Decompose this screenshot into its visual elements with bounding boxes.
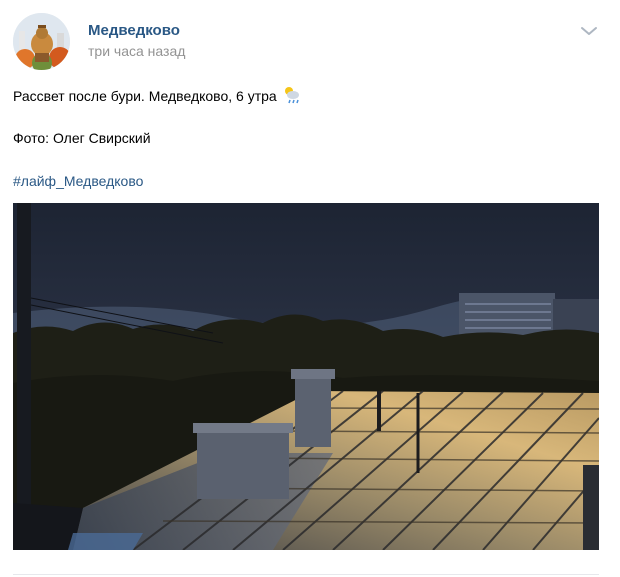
- sun-behind-rain-cloud-emoji: [283, 86, 301, 107]
- divider: [13, 574, 599, 575]
- chevron-down-icon[interactable]: [580, 24, 598, 36]
- post-author[interactable]: Медведково: [88, 22, 180, 39]
- post-text-line-1: Рассвет после бури. Медведково, 6 утра: [13, 86, 301, 107]
- post-time[interactable]: три часа назад: [88, 43, 185, 59]
- avatar[interactable]: [13, 13, 70, 70]
- post-text: Рассвет после бури. Медведково, 6 утра: [13, 88, 277, 104]
- hashtag-link[interactable]: #лайф_Медведково: [13, 173, 143, 189]
- photo-credit: Фото: Олег Свирский: [13, 130, 151, 146]
- post-photo[interactable]: [13, 203, 599, 550]
